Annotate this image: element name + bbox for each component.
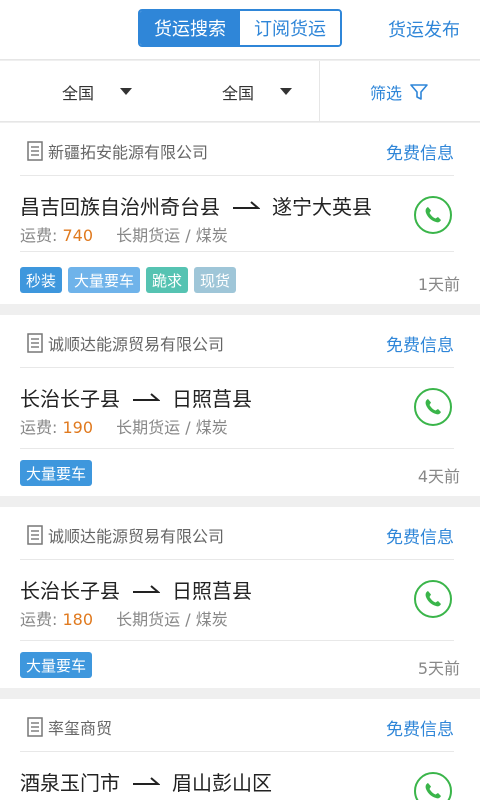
screen-filter-label: 筛选 bbox=[370, 83, 403, 103]
call-button[interactable] bbox=[414, 196, 452, 234]
route-destination: 遂宁大英县 bbox=[272, 195, 372, 219]
screen-filter-button[interactable]: 筛选 bbox=[370, 61, 428, 122]
document-icon bbox=[27, 333, 43, 353]
free-info-link[interactable]: 免费信息 bbox=[386, 139, 454, 164]
freight-detail: 长期货运 / 煤炭 bbox=[116, 418, 228, 437]
listing-meta: 运费: 740 长期货运 / 煤炭 bbox=[20, 222, 228, 246]
origin-filter[interactable]: 全国 bbox=[62, 61, 133, 122]
tag-badge: 现货 bbox=[194, 267, 237, 293]
listing-card[interactable]: 新疆拓安能源有限公司 免费信息 昌吉回族自治州奇台县 遂宁大英县 运费: 740… bbox=[0, 123, 480, 304]
call-button[interactable] bbox=[414, 580, 452, 618]
destination-filter[interactable]: 全国 bbox=[222, 61, 293, 122]
freight-detail: 长期货运 / 煤炭 bbox=[116, 610, 228, 629]
divider bbox=[20, 751, 454, 752]
listing-card[interactable]: 诚顺达能源贸易有限公司 免费信息 长治长子县 日照莒县 运费: 190 长期货运… bbox=[0, 315, 480, 496]
company-name: 诚顺达能源贸易有限公司 bbox=[48, 335, 225, 354]
arrow-right-icon bbox=[132, 583, 160, 597]
phone-icon bbox=[425, 783, 441, 799]
company-row: 新疆拓安能源有限公司 bbox=[26, 139, 208, 163]
arrow-right-icon bbox=[132, 775, 160, 789]
route-origin: 酒泉玉门市 bbox=[20, 771, 120, 795]
free-info-link[interactable]: 免费信息 bbox=[386, 523, 454, 548]
divider bbox=[20, 640, 454, 641]
route: 长治长子县 日照莒县 bbox=[20, 383, 252, 412]
chevron-down-icon bbox=[120, 88, 133, 95]
free-info-link[interactable]: 免费信息 bbox=[386, 331, 454, 356]
route-destination: 日照莒县 bbox=[172, 387, 252, 411]
company-name: 新疆拓安能源有限公司 bbox=[48, 143, 209, 162]
freight-mode-toggle: 货运搜索 订阅货运 bbox=[138, 9, 342, 47]
destination-filter-label: 全国 bbox=[222, 83, 255, 103]
phone-icon bbox=[425, 399, 441, 415]
call-button[interactable] bbox=[414, 772, 452, 800]
divider bbox=[20, 251, 454, 252]
filter-divider bbox=[319, 61, 320, 122]
document-icon bbox=[27, 525, 43, 545]
filter-bar: 全国 全国 筛选 bbox=[0, 61, 480, 122]
company-name: 诚顺达能源贸易有限公司 bbox=[48, 527, 225, 546]
top-header: 货运搜索 订阅货运 货运发布 bbox=[0, 0, 480, 60]
publish-freight-button[interactable]: 货运发布 bbox=[388, 16, 460, 42]
listing-meta: 运费: 190 长期货运 / 煤炭 bbox=[20, 414, 228, 438]
route: 酒泉玉门市 眉山彭山区 bbox=[20, 767, 272, 796]
tag-badge: 大量要车 bbox=[68, 267, 141, 293]
chevron-down-icon bbox=[280, 88, 293, 95]
company-row: 诚顺达能源贸易有限公司 bbox=[26, 331, 224, 355]
tag-badge: 大量要车 bbox=[20, 652, 93, 678]
company-row: 诚顺达能源贸易有限公司 bbox=[26, 523, 224, 547]
route: 昌吉回族自治州奇台县 遂宁大英县 bbox=[20, 191, 372, 220]
posted-time: 1天前 bbox=[417, 275, 460, 294]
company-row: 率玺商贸 bbox=[26, 715, 112, 739]
document-icon bbox=[27, 717, 43, 737]
call-button[interactable] bbox=[414, 388, 452, 426]
posted-time: 5天前 bbox=[417, 659, 460, 678]
tag-badge: 秒装 bbox=[20, 267, 63, 293]
route-destination: 日照莒县 bbox=[172, 579, 252, 603]
tag-list: 大量要车 bbox=[20, 460, 93, 486]
tag-list: 大量要车 bbox=[20, 652, 93, 678]
route-destination: 眉山彭山区 bbox=[172, 771, 272, 795]
listing-card[interactable]: 率玺商贸 免费信息 酒泉玉门市 眉山彭山区 bbox=[0, 699, 480, 800]
freight-detail: 长期货运 / 煤炭 bbox=[116, 226, 228, 245]
fee-label: 运费: bbox=[20, 226, 63, 245]
listing-meta: 运费: 180 长期货运 / 煤炭 bbox=[20, 606, 228, 630]
fee-label: 运费: bbox=[20, 418, 63, 437]
fee-value: 740 bbox=[62, 226, 94, 245]
route-origin: 长治长子县 bbox=[20, 579, 120, 603]
divider bbox=[20, 559, 454, 560]
fee-value: 180 bbox=[62, 610, 94, 629]
divider bbox=[20, 175, 454, 176]
tab-freight-search[interactable]: 货运搜索 bbox=[140, 11, 240, 45]
origin-filter-label: 全国 bbox=[62, 83, 95, 103]
fee-label: 运费: bbox=[20, 610, 63, 629]
arrow-right-icon bbox=[132, 391, 160, 405]
divider bbox=[20, 448, 454, 449]
posted-time: 4天前 bbox=[417, 467, 460, 486]
phone-icon bbox=[425, 207, 441, 223]
company-name: 率玺商贸 bbox=[48, 719, 113, 738]
listing-card[interactable]: 诚顺达能源贸易有限公司 免费信息 长治长子县 日照莒县 运费: 180 长期货运… bbox=[0, 507, 480, 688]
free-info-link[interactable]: 免费信息 bbox=[386, 715, 454, 740]
route: 长治长子县 日照莒县 bbox=[20, 575, 252, 604]
tab-subscribe-freight[interactable]: 订阅货运 bbox=[240, 11, 340, 45]
funnel-icon bbox=[410, 83, 428, 100]
document-icon bbox=[27, 141, 43, 161]
route-origin: 昌吉回族自治州奇台县 bbox=[20, 195, 220, 219]
divider bbox=[20, 367, 454, 368]
tag-badge: 跪求 bbox=[146, 267, 189, 293]
fee-value: 190 bbox=[62, 418, 94, 437]
arrow-right-icon bbox=[232, 199, 260, 213]
tag-badge: 大量要车 bbox=[20, 460, 93, 486]
route-origin: 长治长子县 bbox=[20, 387, 120, 411]
phone-icon bbox=[425, 591, 441, 607]
tag-list: 秒装 大量要车 跪求 现货 bbox=[20, 267, 237, 293]
